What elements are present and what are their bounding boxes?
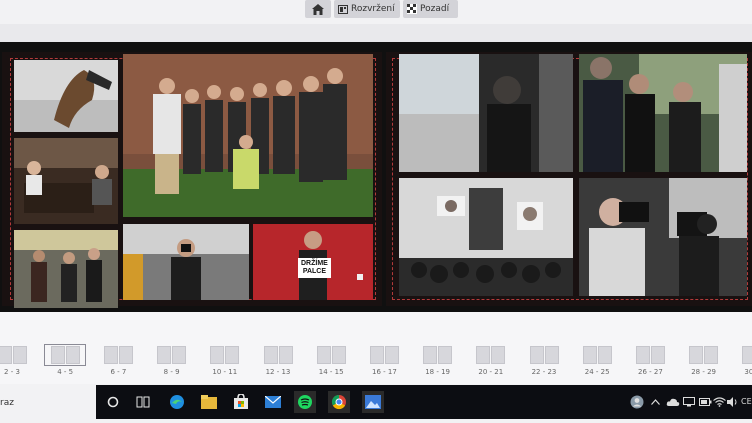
page-thumbnail-preview [259,346,297,364]
page-thumbnail[interactable]: 8 - 9 [153,346,191,376]
photo-cafe-table [14,138,118,224]
photo-slot-1[interactable] [14,60,118,132]
page-thumbnail-label: 10 - 11 [212,368,238,376]
page-thumbnail-label: 12 - 13 [265,368,291,376]
left-page[interactable]: DRŽÍME PALCE [2,52,382,308]
page-thumbnail-label: 18 - 19 [425,368,450,376]
photo-photographer [123,224,249,300]
home-button[interactable] [305,0,331,18]
photobook-canvas: DRŽÍME PALCE [0,42,752,312]
edge-icon[interactable] [166,391,188,413]
page-thumbnail[interactable]: 30 - 31 [738,346,752,376]
page-thumbnail-preview [631,346,669,364]
page-thumbnail[interactable]: 20 - 21 [472,346,510,376]
task-view-icon[interactable] [132,391,154,413]
photo-rope-sculpture [14,60,118,132]
page-thumbnail[interactable]: 18 - 19 [419,346,457,376]
file-explorer-icon[interactable] [198,391,220,413]
photo-slot-3[interactable] [14,230,118,308]
photo-slot-10[interactable] [579,178,747,296]
photo-memorial-flowers [399,178,573,296]
store-icon[interactable] [230,391,252,413]
photo-slot-8[interactable] [579,54,747,172]
mail-icon[interactable] [262,391,284,413]
page-thumbnail[interactable]: 10 - 11 [206,346,244,376]
sign-line-1: DRŽÍME [301,260,328,267]
page-thumbnail-label: 2 - 3 [4,368,20,376]
page-thumbnail[interactable]: 4 - 5 [44,344,87,376]
page-thumbnail-preview [578,346,616,364]
page-thumbnail[interactable]: 14 - 15 [312,346,350,376]
sign-line-2: PALCE [302,268,327,275]
page-thumbnail-label: 22 - 23 [531,368,557,376]
page-thumbnail-label: 16 - 17 [371,368,397,376]
page-thumbnail-preview [206,346,244,364]
layout-button[interactable]: Rozvržení [334,0,400,18]
page-thumbnail[interactable]: 16 - 17 [365,346,403,376]
photos-icon[interactable] [362,391,384,413]
page-thumbnail[interactable]: 24 - 25 [578,346,616,376]
photo-slot-4[interactable] [123,54,373,217]
photo-slot-5[interactable] [123,224,249,300]
page-thumbnail-preview [312,346,350,364]
layout-label: Rozvržení [351,4,395,14]
page-thumbnail-preview [0,346,31,364]
page-thumbnail-preview [99,346,137,364]
checkerboard-icon [407,4,417,14]
os-taskbar: raz CE [0,384,752,423]
start-icon[interactable] [102,391,124,413]
page-thumbnails-strip: 2 - 3 4 - 5 6 - 7 8 - 9 10 - 11 12 - 13 14 - 1… [0,312,752,384]
home-icon [312,3,324,15]
layout-icon [338,4,348,14]
page-thumbnail-preview [525,346,563,364]
page-thumbnail-label: 30 - 31 [744,368,752,376]
photo-slot-6[interactable]: DRŽÍME PALCE [253,224,373,300]
photo-group-outdoor [123,54,373,217]
page-thumbnail-label: 8 - 9 [163,368,180,376]
background-button[interactable]: Pozadí [403,0,458,18]
spotify-icon[interactable] [294,391,316,413]
photo-group-indoor [14,230,118,308]
taskbar-left-text: raz [0,398,14,408]
page-thumbnail-preview [472,346,510,364]
photo-sign: DRŽÍME PALCE [298,258,331,278]
page-thumbnail[interactable]: 26 - 27 [631,346,669,376]
page-thumbnail-preview [738,346,752,364]
page-thumbnail-label: 14 - 15 [318,368,344,376]
page-thumbnail-label: 24 - 25 [584,368,610,376]
photo-slot-2[interactable] [14,138,118,224]
taskbar-dark: CE [96,385,752,419]
editor-toolbar: Rozvržení Pozadí [0,0,752,24]
page-thumbnail-preview [44,344,87,366]
page-thumbnail-label: 4 - 5 [57,368,74,376]
right-page[interactable] [386,52,752,306]
photo-slot-7[interactable] [399,54,573,172]
page-thumbnail-label: 28 - 29 [691,368,716,376]
page-thumbnail-label: 26 - 27 [637,368,663,376]
photo-camera-crew [579,178,747,296]
page-thumbnail[interactable]: 12 - 13 [259,346,297,376]
page-thumbnail-label: 6 - 7 [110,368,127,376]
page-thumbnail-preview [153,346,191,364]
photo-group-street [579,54,747,172]
page-thumbnail[interactable]: 22 - 23 [525,346,563,376]
tray-language[interactable]: CE [741,397,752,406]
background-label: Pozadí [420,4,450,14]
page-thumbnail[interactable]: 28 - 29 [685,346,723,376]
photo-man-window [399,54,573,172]
page-thumbnail-preview [419,346,457,364]
page-thumbnail[interactable]: 6 - 7 [99,346,137,376]
photo-slot-9[interactable] [399,178,573,296]
page-thumbnail-preview [365,346,403,364]
page-thumbnail-preview [685,346,723,364]
page-thumbnail-label: 20 - 21 [478,368,504,376]
page-thumbnail[interactable]: 2 - 3 [0,346,31,376]
chrome-icon[interactable] [328,391,350,413]
